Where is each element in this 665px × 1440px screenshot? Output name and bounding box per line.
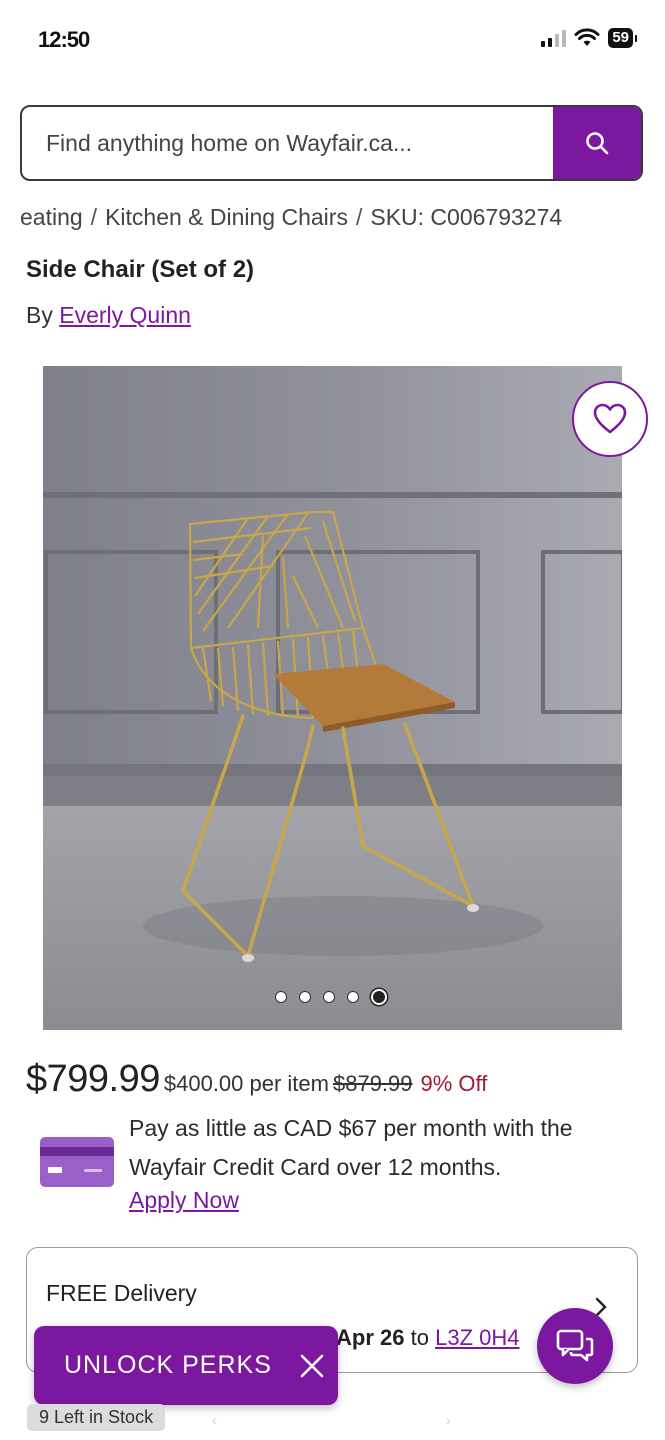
credit-card-icon — [40, 1137, 114, 1187]
delivery-date: Apr 26 to L3Z 0H4 — [336, 1325, 519, 1351]
breadcrumb-item-kitchen-dining-chairs[interactable]: Kitchen & Dining Chairs — [105, 204, 348, 230]
original-price: $879.99 — [332, 1071, 413, 1096]
postal-code-link[interactable]: L3Z 0H4 — [435, 1325, 519, 1350]
carousel-prev-hint: ‹ — [212, 1412, 217, 1428]
status-time: 12:50 — [38, 27, 90, 52]
delivery-to: to — [410, 1325, 429, 1350]
image-dot-2[interactable] — [299, 991, 311, 1003]
signal-icon — [541, 29, 567, 47]
search-bar — [20, 105, 643, 181]
sale-price: $799.99 — [26, 1058, 160, 1100]
chat-icon — [556, 1329, 594, 1362]
image-dot-4[interactable] — [347, 991, 359, 1003]
battery-indicator: 59 — [608, 28, 633, 48]
stock-badge: 9 Left in Stock — [27, 1404, 166, 1431]
breadcrumb-separator: / — [90, 204, 98, 230]
price-row: $799.99 $400.00 per item $879.99 9% Off — [26, 1058, 487, 1101]
heart-icon — [593, 403, 627, 434]
product-image[interactable] — [43, 366, 622, 1030]
chat-button[interactable] — [537, 1308, 613, 1384]
search-button[interactable] — [553, 107, 641, 179]
wifi-icon — [574, 28, 600, 46]
brand-prefix: By — [26, 302, 53, 328]
close-perks-button[interactable] — [294, 1348, 330, 1384]
close-icon — [300, 1354, 324, 1377]
carousel-next-hint: › — [446, 1412, 451, 1428]
delivery-label: FREE Delivery — [46, 1280, 197, 1306]
breadcrumb-sku: SKU: C006793274 — [370, 204, 563, 230]
chair-illustration — [43, 366, 622, 1030]
financing-text: Pay as little as CAD $67 per month with … — [129, 1115, 573, 1180]
battery-tip — [635, 34, 637, 42]
discount-badge: 9% Off — [420, 1071, 488, 1096]
product-brand-line: By Everly Quinn — [26, 302, 191, 329]
breadcrumb: eating / Kitchen & Dining Chairs / SKU: C006… — [20, 204, 562, 231]
image-dot-3[interactable] — [323, 991, 335, 1003]
image-pagination — [275, 989, 387, 1005]
per-item-price: $400.00 per item — [163, 1071, 329, 1096]
search-input[interactable] — [22, 107, 555, 179]
search-icon — [586, 132, 609, 155]
image-dot-1[interactable] — [275, 991, 287, 1003]
apply-now-link[interactable]: Apply Now — [129, 1187, 239, 1214]
unlock-perks-banner[interactable]: UNLOCK PERKS — [34, 1326, 338, 1405]
brand-link[interactable]: Everly Quinn — [59, 302, 191, 328]
status-icons: 59 — [541, 28, 637, 48]
breadcrumb-item-seating[interactable]: eating — [20, 204, 83, 230]
unlock-perks-label: UNLOCK PERKS — [64, 1351, 272, 1379]
breadcrumb-separator: / — [355, 204, 363, 230]
delivery-date-value: Apr 26 — [336, 1325, 405, 1350]
product-title: Side Chair (Set of 2) — [26, 256, 255, 283]
image-dot-5-active[interactable] — [371, 989, 387, 1005]
favorite-button[interactable] — [572, 381, 648, 457]
